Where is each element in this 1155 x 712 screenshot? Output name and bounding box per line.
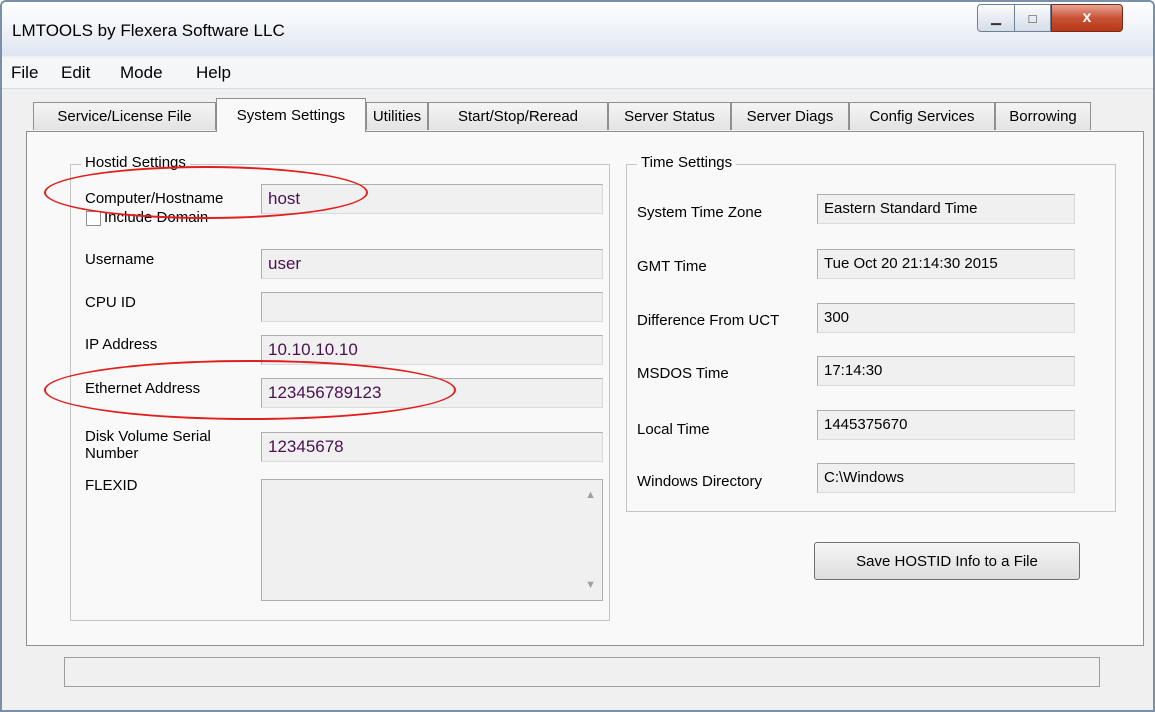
gmt-time-field[interactable]: Tue Oct 20 21:14:30 2015	[817, 249, 1075, 279]
tab-start-stop-reread[interactable]: Start/Stop/Reread	[428, 102, 608, 130]
tab-borrowing[interactable]: Borrowing	[995, 102, 1091, 130]
menu-edit[interactable]: Edit	[61, 63, 90, 83]
flexid-textarea[interactable]: ▲ ▼	[261, 479, 603, 601]
status-bar	[64, 657, 1100, 687]
scroll-up-arrow-icon[interactable]: ▲	[585, 489, 596, 501]
disk-volume-field[interactable]: 12345678	[261, 432, 603, 462]
save-hostid-button[interactable]: Save HOSTID Info to a File	[814, 542, 1080, 580]
tab-strip: Service/License File System Settings Uti…	[2, 98, 1153, 132]
msdos-time-label: MSDOS Time	[637, 365, 729, 382]
cpuid-label: CPU ID	[85, 294, 136, 311]
menu-bar: File Edit Mode Help	[2, 58, 1153, 89]
ip-address-label: IP Address	[85, 336, 158, 353]
tab-service-license-file[interactable]: Service/License File	[33, 102, 216, 130]
windows-directory-field[interactable]: C:\Windows	[817, 463, 1075, 493]
close-button[interactable]: x	[1051, 4, 1123, 32]
close-icon: x	[1082, 9, 1092, 26]
username-label: Username	[85, 251, 155, 268]
tab-server-diags[interactable]: Server Diags	[731, 102, 849, 130]
annotation-ellipse-ethernet	[44, 360, 456, 420]
lmtools-window: LMTOOLS by Flexera Software LLC ▁ □ x Fi…	[0, 0, 1155, 712]
disk-volume-label-line2: Number	[85, 445, 139, 462]
maximize-button[interactable]: □	[1015, 4, 1051, 32]
include-domain-checkbox[interactable]	[86, 211, 101, 226]
msdos-time-field[interactable]: 17:14:30	[817, 356, 1075, 386]
minimize-button[interactable]: ▁	[977, 4, 1015, 32]
time-settings-group: Time Settings System Time Zone Eastern S…	[626, 154, 1116, 512]
minimize-icon: ▁	[991, 10, 1001, 25]
maximize-icon: □	[1028, 10, 1037, 26]
gmt-time-label: GMT Time	[637, 258, 707, 275]
local-time-label: Local Time	[637, 421, 710, 438]
username-field[interactable]: user	[261, 249, 603, 279]
difference-from-uct-field[interactable]: 300	[817, 303, 1075, 333]
system-time-zone-label: System Time Zone	[637, 204, 763, 221]
disk-volume-label-line1: Disk Volume Serial	[85, 428, 211, 445]
system-time-zone-field[interactable]: Eastern Standard Time	[817, 194, 1075, 224]
window-title: LMTOOLS by Flexera Software LLC	[12, 21, 285, 40]
menu-mode[interactable]: Mode	[120, 63, 163, 83]
difference-from-uct-label: Difference From UCT	[637, 312, 780, 329]
scroll-down-arrow-icon[interactable]: ▼	[585, 579, 596, 591]
title-bar[interactable]: LMTOOLS by Flexera Software LLC ▁ □ x	[2, 2, 1153, 56]
tab-system-settings[interactable]: System Settings	[216, 98, 366, 132]
cpuid-field[interactable]	[261, 292, 603, 322]
menu-help[interactable]: Help	[196, 63, 231, 83]
local-time-field[interactable]: 1445375670	[817, 410, 1075, 440]
menu-file[interactable]: File	[11, 63, 38, 83]
windows-directory-label: Windows Directory	[637, 473, 763, 490]
tab-config-services[interactable]: Config Services	[849, 102, 995, 130]
annotation-ellipse-hostname	[44, 166, 368, 219]
tab-utilities[interactable]: Utilities	[366, 102, 428, 130]
flexid-label: FLEXID	[85, 477, 138, 494]
time-settings-title: Time Settings	[637, 154, 737, 171]
tab-server-status[interactable]: Server Status	[608, 102, 731, 130]
